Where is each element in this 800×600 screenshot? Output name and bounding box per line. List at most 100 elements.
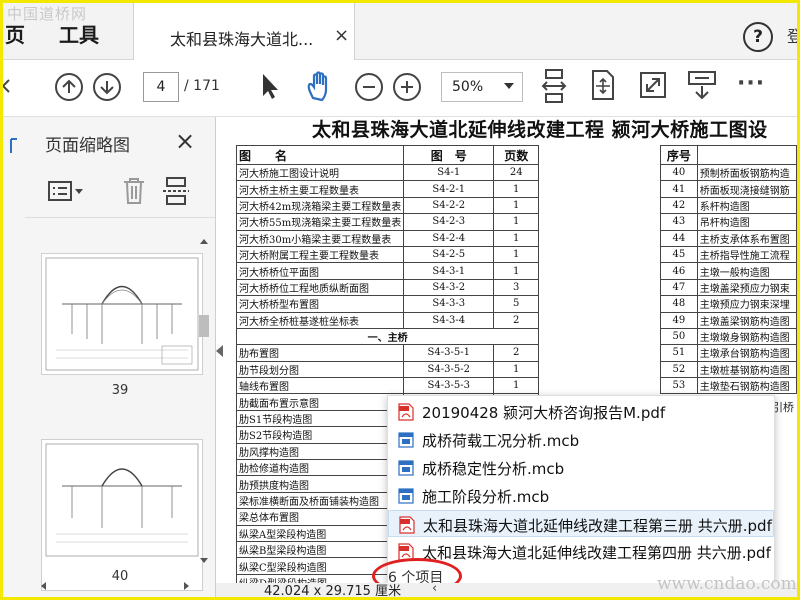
menu-page[interactable]: 页 [5,19,25,48]
table-row: 41 桥面板现浇接缝钢筋 [660,180,797,198]
table-cell: 纵梁A型梁段构造图 [235,524,405,542]
fullscreen-icon[interactable] [639,71,667,99]
file-list-item[interactable]: 太和县珠海大道北延伸线改建工程第三册 共六册.pdf [388,510,774,537]
table-cell: 河大桥桥位平面图 [235,262,405,280]
file-list-item[interactable]: 成桥荷载工况分析.mcb [388,426,774,453]
previous-page-button[interactable] [55,73,83,101]
table-cell: 1 [493,377,540,395]
table-cell: 河大桥桥型布置图 [235,295,405,313]
table-cell: 主桥指导性施工流程 [696,245,797,264]
table-row: 52 主墩桩基钢筋构造图 [660,360,797,379]
table-cell: 52 [660,360,698,379]
table-cell: 河大桥桥位工程地质纵断面图 [235,278,405,297]
left-chevron-icon[interactable] [1,78,11,94]
table-cell: 主墩一般构造图 [696,262,797,280]
table-row: 河大桥42m现浇箱梁主要工程数量表 S4-2-2 1 [235,196,540,215]
scrollbar-thumb[interactable] [199,315,209,337]
table-cell: 预制桥面板钢筋构造 [696,163,797,182]
delete-page-icon[interactable] [121,176,147,206]
mcb-file-icon [398,432,414,448]
thumbnail-options-icon[interactable] [47,180,87,204]
select-cursor-icon[interactable] [259,72,281,100]
table-row: 46 主墩一般构造图 [660,262,797,280]
hand-tool-icon[interactable] [305,70,335,102]
help-icon[interactable]: ? [743,22,773,52]
table-cell: 主墩墩身钢筋构造图 [696,327,797,346]
table-row: 44 主桥支承体系布置图 [660,229,797,247]
plus-icon [401,81,413,93]
tab-close-icon[interactable]: × [334,25,349,46]
thumbnail-drawing [45,443,199,557]
fit-page-icon[interactable] [589,69,617,101]
scroll-right-icon[interactable] [181,581,191,591]
page-thumbnail-39[interactable] [41,253,203,375]
more-options-icon[interactable]: ··· [737,71,765,96]
document-tab[interactable]: 太和县珠海大道北... × [133,3,355,60]
table-row: 肋布置图 S4-3-5-1 2 [235,344,540,362]
zoom-select[interactable]: 50% [441,72,523,102]
table-cell: 系杆构造图 [696,196,797,215]
table-row: 43 吊杆构造图 [660,213,797,231]
pdf-icon [399,516,415,534]
collapse-sidebar-icon[interactable] [216,345,223,357]
file-name: 太和县珠海大道北延伸线改建工程第四册 共六册.pdf [422,544,771,562]
table-cell: 轴线布置图 [235,377,405,395]
insert-page-icon[interactable] [161,176,191,206]
scroll-left-icon[interactable]: ‹ [432,581,437,596]
sidebar-close-icon[interactable]: × [175,127,195,155]
column-header [696,145,797,165]
table-cell: 46 [660,262,698,280]
table-row: 河大桥全桥桩基遂桩坐标表 S4-3-4 2 [235,311,540,329]
scroll-up-icon[interactable] [199,237,209,247]
table-header-row: 序号 [660,145,797,165]
table-cell: 肋截面布置示意图 [235,393,405,411]
table-cell: 主桥支承体系布置图 [696,229,797,247]
file-list-item[interactable]: 成桥稳定性分析.mcb [388,454,774,481]
zoom-out-button[interactable] [355,73,383,101]
drawing-index-table-right: 序号 40 预制桥面板钢筋构造 41 桥面板现浇接缝钢筋 42 系杆构造图 43 吊杆构造图 4… [660,145,797,395]
table-cell: 桥面板现浇接缝钢筋 [696,180,797,198]
table-cell: 肋风撑构造图 [235,442,405,461]
bookmark-panel-icon[interactable] [7,137,21,155]
column-header: 页数 [493,145,540,165]
menu-tools[interactable]: 工具 [59,19,99,48]
zoom-value: 50% [452,79,484,95]
sign-in-label[interactable]: 登 [787,23,797,47]
scroll-left-icon[interactable] [39,581,49,591]
table-cell: 2 [493,311,540,329]
table-cell: 河大桥30m小箱梁主要工程数量表 [235,229,405,247]
table-row: 49 主墩盖梁钢筋构造图 [660,311,797,329]
table-cell: S4-1 [403,163,495,182]
table-cell: 肋S2节段构造图 [235,426,405,444]
file-name: 成桥荷载工况分析.mcb [422,432,580,450]
table-cell: 1 [493,180,540,198]
table-cell: 3 [493,278,540,297]
read-mode-icon[interactable] [687,70,717,102]
navigation-strip [3,117,26,597]
scroll-down-icon[interactable] [199,555,209,565]
zoom-in-button[interactable] [393,73,421,101]
table-row: 河大桥桥位平面图 S4-3-1 1 [235,262,540,280]
table-row: 40 预制桥面板钢筋构造 [660,163,797,182]
file-list-item[interactable]: 20190428 颍河大桥咨询报告M.pdf [388,398,774,425]
table-row: 河大桥30m小箱梁主要工程数量表 S4-2-4 1 [235,229,540,247]
fit-width-icon[interactable] [541,68,567,104]
sidebar-divider [25,217,215,218]
table-row: 45 主桥指导性施工流程 [660,245,797,264]
table-header-row: 图 名 图 号 页数 [235,145,540,165]
section-title: 一、主桥 [235,327,540,346]
file-list-item[interactable]: 太和县珠海大道北延伸线改建工程第四册 共六册.pdf [388,538,774,565]
table-cell: 主墩承台钢筋构造图 [696,344,797,362]
page-number-input[interactable]: 4 [143,72,179,102]
pdf-icon [398,403,414,421]
document-title: 太和县珠海大道北延伸线改建工程 颍河大桥施工图设 [312,119,768,141]
next-page-button[interactable] [93,73,121,101]
table-cell: 49 [660,311,698,329]
table-row: 47 主墩盖梁预应力钢束 [660,278,797,297]
table-cell: 河大桥全桥桩基遂桩坐标表 [235,311,405,329]
sidebar-horizontal-scrollbar[interactable] [25,577,215,595]
file-list-item[interactable]: 施工阶段分析.mcb [388,482,774,509]
table-cell: S4-3-5-2 [403,360,495,379]
sidebar-scrollbar[interactable] [196,237,212,577]
table-cell: 42 [660,196,698,215]
